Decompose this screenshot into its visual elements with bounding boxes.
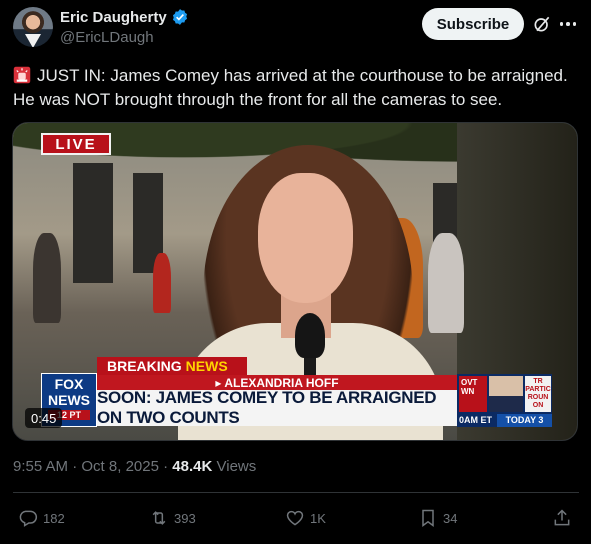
more-icon[interactable] [557, 14, 579, 34]
side-promo-text: OVT WN [459, 376, 487, 412]
background-person [428, 233, 464, 333]
repost-button[interactable]: 393 [149, 503, 196, 533]
logo-line-2: NEWS [48, 392, 90, 408]
like-count: 1K [310, 510, 326, 526]
side-promo-text-2: TR PARTIC ROUN ON [525, 376, 551, 412]
bookmark-icon [422, 509, 434, 527]
repost-icon [152, 511, 166, 525]
microphone-icon [295, 313, 325, 358]
background-person [33, 233, 61, 323]
video-player[interactable]: LIVE BREAKING NEWS ▸ ALEXANDRIA HOFF SOO… [12, 122, 578, 441]
views-count: 48.4K [172, 458, 213, 475]
author-handle[interactable]: @EricLDaugh [60, 29, 154, 46]
author-display-name[interactable]: Eric Daugherty [60, 9, 167, 26]
bookmark-count: 34 [443, 510, 458, 526]
side-promo-today: TODAY 3 [497, 414, 552, 427]
divider [13, 492, 579, 493]
meta-separator: · [68, 458, 82, 475]
share-icon [554, 509, 570, 526]
reply-icon [19, 510, 38, 527]
tweet-time[interactable]: 9:55 AM [13, 458, 68, 475]
reporter-face [258, 173, 353, 303]
logo-line-1: FOX [54, 376, 84, 392]
views-label: Views [216, 458, 257, 475]
meta-separator: · [158, 458, 173, 475]
heart-icon [286, 510, 304, 526]
tweet-date[interactable]: Oct 8, 2025 [81, 458, 159, 475]
side-promo-time: 0AM ET [459, 415, 493, 425]
siren-icon [13, 66, 31, 84]
reply-count: 182 [43, 510, 65, 526]
tweet-text: JUST IN: James Comey has arrived at the … [13, 64, 583, 112]
verified-badge-icon [172, 9, 187, 25]
tweet-meta: 9:55 AM · Oct 8, 2025 · 48.4K Views [13, 458, 256, 475]
live-badge: LIVE [41, 133, 111, 155]
author-avatar[interactable] [13, 7, 53, 47]
reply-button[interactable]: 182 [18, 503, 65, 533]
headline-chyron: SOON: JAMES COMEY TO BE ARRAIGNED ON TWO… [97, 388, 457, 427]
tweet-body: JUST IN: James Comey has arrived at the … [13, 66, 568, 109]
like-button[interactable]: 1K [285, 503, 326, 533]
bookmark-button[interactable]: 34 [418, 503, 457, 533]
breaking-news-label: NEWS [185, 358, 228, 374]
background-person [153, 253, 171, 313]
subscribe-button[interactable]: Subscribe [422, 8, 524, 40]
grok-icon[interactable] [532, 14, 552, 34]
author-name-row[interactable]: Eric Daugherty [60, 8, 189, 26]
side-promo-photo [489, 376, 523, 412]
action-bar: 182 393 1K 34 [0, 503, 591, 533]
share-button[interactable] [552, 503, 572, 533]
breaking-news-banner: BREAKING NEWS [97, 357, 247, 375]
video-duration: 0:45 [25, 408, 63, 428]
side-promo-panel: OVT WN TR PARTIC ROUN ON 0AM ET TODAY 3 [457, 374, 552, 427]
breaking-label: BREAKING [107, 358, 182, 374]
repost-count: 393 [174, 510, 196, 526]
